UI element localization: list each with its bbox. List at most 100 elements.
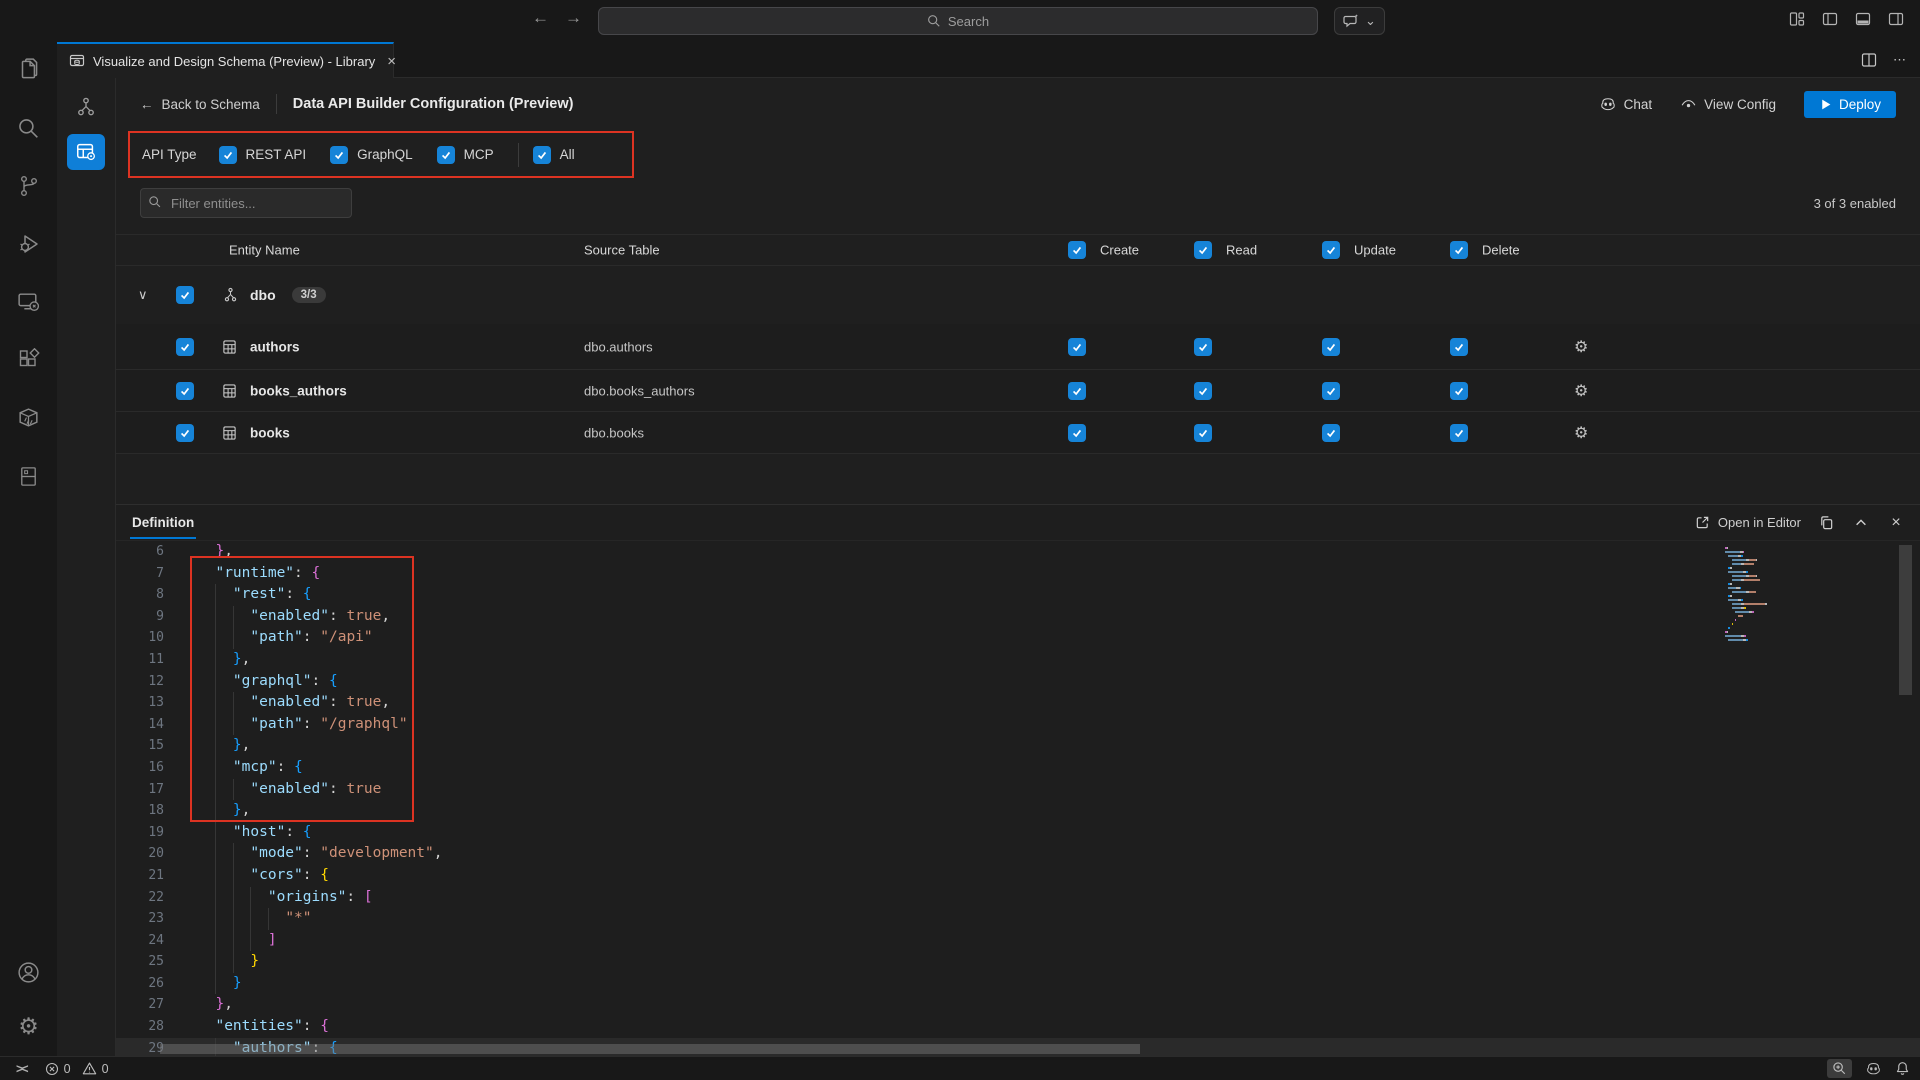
vertical-scrollbar[interactable]: [1899, 545, 1912, 695]
problems-indicator[interactable]: 0 0: [45, 1061, 109, 1076]
collapse-panel-icon[interactable]: [1851, 513, 1871, 533]
api-option-rest[interactable]: REST API: [219, 146, 307, 164]
read-checkbox[interactable]: [1194, 424, 1212, 442]
run-debug-icon[interactable]: [13, 228, 45, 260]
chat-label: Chat: [1624, 97, 1653, 112]
explorer-icon[interactable]: [13, 54, 45, 86]
toggle-sidebar-icon[interactable]: [1822, 11, 1838, 27]
create-checkbox[interactable]: [1068, 382, 1086, 400]
mcp-checkbox[interactable]: [437, 146, 455, 164]
close-panel-icon[interactable]: ×: [1886, 513, 1906, 533]
filter-entities-input[interactable]: [140, 188, 352, 218]
update-checkbox[interactable]: [1322, 338, 1340, 356]
code-line: 11 },: [116, 649, 1920, 671]
code-line: 19 "host": {: [116, 822, 1920, 844]
api-option-graphql[interactable]: GraphQL: [330, 146, 413, 164]
row-settings-gear-icon[interactable]: ⚙: [1574, 381, 1588, 401]
tab-close-icon[interactable]: ×: [387, 51, 396, 71]
read-checkbox[interactable]: [1194, 382, 1212, 400]
create-checkbox[interactable]: [1068, 424, 1086, 442]
code-line: 24 ]: [116, 930, 1920, 952]
copy-icon[interactable]: [1816, 513, 1836, 533]
rest-api-checkbox[interactable]: [219, 146, 237, 164]
split-editor-icon[interactable]: [1861, 52, 1877, 68]
tab-visualize-design-schema[interactable]: Visualize and Design Schema (Preview) - …: [57, 42, 394, 78]
container-icon[interactable]: [13, 402, 45, 434]
open-in-editor-button[interactable]: Open in Editor: [1695, 515, 1801, 530]
definition-panel: Definition Open in Editor: [116, 504, 1920, 1056]
chat-bubble-icon: [1343, 13, 1359, 29]
deploy-button[interactable]: Deploy: [1804, 91, 1896, 118]
row-checkbox[interactable]: [176, 338, 194, 356]
back-to-schema-link[interactable]: ← Back to Schema: [140, 97, 260, 112]
entity-name: authors: [250, 339, 300, 354]
nav-back-icon[interactable]: ←: [532, 8, 549, 28]
zoom-indicator[interactable]: [1827, 1059, 1852, 1078]
remote-explorer-icon[interactable]: [13, 286, 45, 318]
eye-icon: [1680, 96, 1697, 113]
row-checkbox[interactable]: [176, 424, 194, 442]
row-checkbox[interactable]: [176, 382, 194, 400]
code-line: 25 }: [116, 951, 1920, 973]
code-lines: 6 },7 "runtime": {8 "rest": {9 "enabled"…: [116, 541, 1920, 1056]
group-row-dbo[interactable]: ∨ dbo3/3: [116, 266, 1920, 324]
read-all-checkbox[interactable]: [1194, 241, 1212, 259]
update-all-checkbox[interactable]: [1322, 241, 1340, 259]
definition-code-editor[interactable]: 6 },7 "runtime": {8 "rest": {9 "enabled"…: [116, 541, 1920, 1056]
api-options-separator: [518, 143, 519, 167]
source-control-icon[interactable]: [13, 170, 45, 202]
code-line: 27 },: [116, 994, 1920, 1016]
column-create: Create: [1100, 243, 1139, 258]
all-checkbox[interactable]: [533, 146, 551, 164]
entity-row-authors[interactable]: authors dbo.authors ⚙: [116, 324, 1920, 370]
search-view-icon[interactable]: [13, 112, 45, 144]
toggle-secondary-sidebar-icon[interactable]: [1888, 11, 1904, 27]
more-actions-icon[interactable]: ⋯: [1893, 52, 1906, 68]
view-config-button[interactable]: View Config: [1680, 96, 1776, 113]
nav-forward-icon[interactable]: →: [565, 8, 582, 28]
delete-checkbox[interactable]: [1450, 424, 1468, 442]
notifications-bell-icon[interactable]: [1895, 1061, 1910, 1076]
api-option-all[interactable]: All: [533, 146, 575, 164]
table-icon: [222, 339, 237, 354]
toggle-panel-icon[interactable]: [1855, 11, 1871, 27]
schema-diagram-icon[interactable]: [70, 92, 102, 122]
open-external-icon: [1695, 515, 1710, 530]
row-settings-gear-icon[interactable]: ⚙: [1574, 423, 1588, 443]
entity-row-books-authors[interactable]: books_authors dbo.books_authors ⚙: [116, 370, 1920, 412]
column-update: Update: [1354, 243, 1396, 258]
extensions-icon[interactable]: [13, 344, 45, 376]
copilot-chat-toggle[interactable]: ⌄: [1334, 7, 1385, 35]
read-checkbox[interactable]: [1194, 338, 1212, 356]
delete-checkbox[interactable]: [1450, 338, 1468, 356]
chevron-down-icon: ⌄: [1365, 13, 1376, 29]
remote-indicator[interactable]: ><: [10, 1062, 27, 1076]
chat-button[interactable]: Chat: [1599, 95, 1653, 113]
entity-row-books[interactable]: books dbo.books ⚙: [116, 412, 1920, 454]
copilot-status-icon[interactable]: [1865, 1060, 1882, 1077]
code-line: 17 "enabled": true: [116, 779, 1920, 801]
delete-all-checkbox[interactable]: [1450, 241, 1468, 259]
group-expand-icon[interactable]: ∨: [138, 287, 148, 303]
api-option-mcp[interactable]: MCP: [437, 146, 494, 164]
update-checkbox[interactable]: [1322, 382, 1340, 400]
graphql-checkbox[interactable]: [330, 146, 348, 164]
settings-gear-icon[interactable]: ⚙: [13, 1010, 45, 1042]
copilot-icon: [1599, 95, 1617, 113]
command-center-search[interactable]: Search: [598, 7, 1318, 35]
source-table: dbo.books: [584, 425, 644, 440]
row-settings-gear-icon[interactable]: ⚙: [1574, 337, 1588, 357]
accounts-icon[interactable]: [13, 956, 45, 988]
data-api-builder-icon[interactable]: [67, 134, 105, 170]
minimap[interactable]: [1722, 547, 1812, 643]
customize-layout-icon[interactable]: [1789, 11, 1805, 27]
create-checkbox[interactable]: [1068, 338, 1086, 356]
horizontal-scrollbar[interactable]: [160, 1044, 1140, 1054]
update-checkbox[interactable]: [1322, 424, 1340, 442]
tab-definition[interactable]: Definition: [130, 507, 196, 539]
delete-checkbox[interactable]: [1450, 382, 1468, 400]
storage-icon[interactable]: [13, 460, 45, 492]
create-all-checkbox[interactable]: [1068, 241, 1086, 259]
code-line: 18 },: [116, 800, 1920, 822]
dbo-group-checkbox[interactable]: [176, 286, 194, 304]
